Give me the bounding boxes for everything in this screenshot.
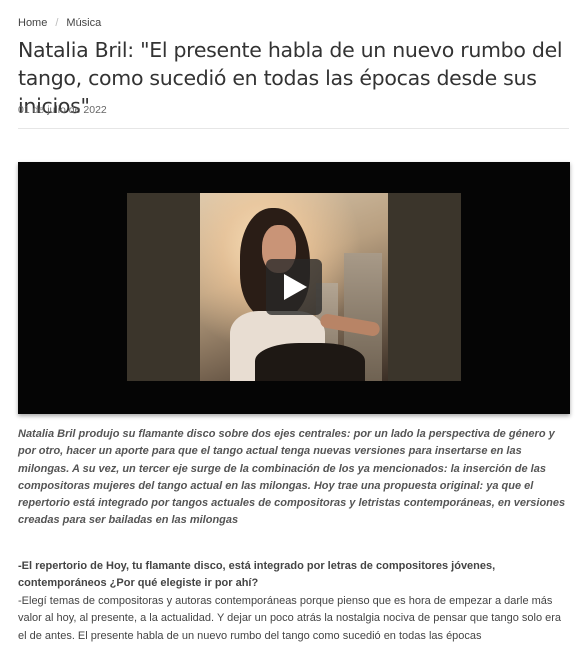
article-intro: Natalia Bril produjo su flamante disco s… [18, 428, 566, 527]
video-thumbnail-frame[interactable] [127, 193, 461, 381]
interview-answer: -Elegí temas de compositoras y autoras c… [18, 595, 562, 642]
breadcrumb-separator: / [55, 17, 59, 29]
play-icon [284, 274, 307, 300]
breadcrumb: Home / Música [18, 17, 101, 29]
video-thumbnail-image[interactable] [200, 193, 388, 381]
breadcrumb-home-link[interactable]: Home [18, 17, 47, 29]
interview-question: -El repertorio de Hoy, tu flamante disco… [18, 560, 496, 590]
play-button[interactable] [266, 259, 322, 315]
article-date: 01 de julio de 2022 [18, 104, 107, 116]
breadcrumb-section-link[interactable]: Música [66, 17, 101, 29]
thumbnail-figure-skirt [255, 343, 365, 381]
video-player[interactable] [18, 162, 570, 414]
header-divider [18, 128, 569, 129]
